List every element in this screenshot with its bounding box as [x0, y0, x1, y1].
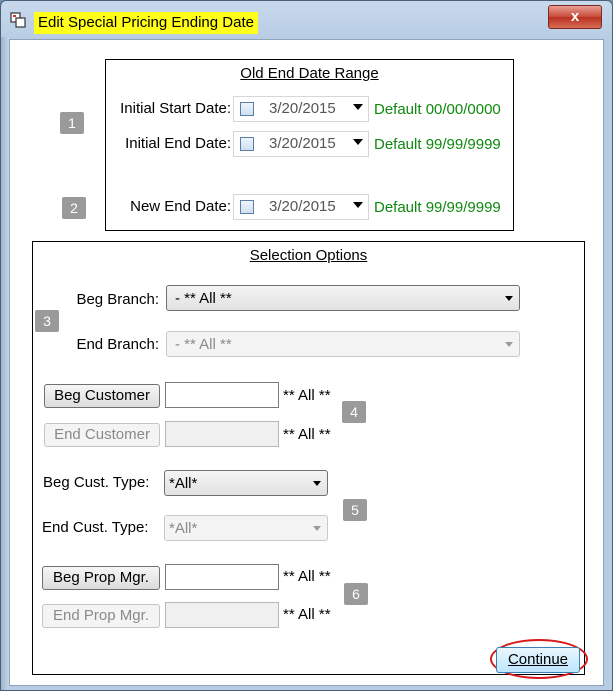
annotation-marker-2: 2 [62, 197, 86, 219]
dialog-body: Old End Date Range Initial Start Date: 3… [9, 39, 604, 686]
end-cust-type-select[interactable]: *All* [164, 515, 328, 541]
old-range-title: Old End Date Range [240, 65, 379, 82]
annotation-marker-1: 1 [60, 112, 84, 134]
annotation-marker-4: 4 [342, 401, 366, 423]
end-customer-button[interactable]: End Customer [44, 423, 160, 447]
beg-customer-input[interactable] [165, 382, 279, 408]
chevron-down-icon[interactable] [505, 342, 513, 347]
beg-branch-select[interactable]: - ** All ** [166, 285, 520, 311]
end-cust-type-value: *All* [169, 520, 198, 537]
end-customer-all-label: ** All ** [283, 426, 331, 443]
beg-prop-mgr-all-label: ** All ** [283, 568, 331, 585]
end-prop-mgr-input[interactable] [165, 602, 279, 628]
initial-start-date-value: 3/20/2015 [269, 100, 336, 117]
beg-customer-all-label: ** All ** [283, 387, 331, 404]
chevron-down-icon[interactable] [505, 296, 513, 301]
continue-button[interactable]: Continue [496, 647, 580, 673]
selection-options-group: Selection Options Beg Branch: - ** All *… [32, 241, 585, 675]
close-button[interactable]: x [548, 5, 602, 29]
annotation-marker-3: 3 [35, 310, 59, 332]
beg-prop-mgr-button[interactable]: Beg Prop Mgr. [42, 566, 160, 590]
initial-end-date-checkbox[interactable] [240, 137, 254, 151]
initial-end-default: Default 99/99/9999 [374, 136, 501, 153]
chevron-down-icon[interactable] [353, 104, 363, 110]
selection-options-title: Selection Options [249, 247, 368, 264]
end-branch-value: - ** All ** [175, 336, 232, 353]
initial-start-date-checkbox[interactable] [240, 102, 254, 116]
chevron-down-icon[interactable] [353, 139, 363, 145]
initial-end-date-label: Initial End Date: [125, 135, 231, 152]
beg-branch-value: - ** All ** [175, 290, 232, 307]
annotation-marker-5: 5 [343, 499, 367, 521]
initial-end-date-picker[interactable]: 3/20/2015 [233, 131, 369, 157]
new-end-default: Default 99/99/9999 [374, 199, 501, 216]
new-end-date-picker[interactable]: 3/20/2015 [233, 194, 369, 220]
dialog-window: Edit Special Pricing Ending Date x Old E… [0, 0, 613, 691]
end-customer-input[interactable] [165, 421, 279, 447]
chevron-down-icon[interactable] [313, 481, 321, 486]
initial-end-date-value: 3/20/2015 [269, 135, 336, 152]
title-bar[interactable]: Edit Special Pricing Ending Date x [1, 1, 612, 37]
new-end-date-label: New End Date: [130, 198, 231, 215]
initial-start-date-label: Initial Start Date: [120, 100, 231, 117]
beg-prop-mgr-input[interactable] [165, 564, 279, 590]
window-frame-left [1, 37, 9, 690]
chevron-down-icon[interactable] [313, 526, 321, 531]
end-branch-label: End Branch: [76, 336, 159, 353]
beg-customer-button[interactable]: Beg Customer [44, 384, 160, 408]
beg-branch-label: Beg Branch: [76, 291, 159, 308]
beg-cust-type-value: *All* [169, 475, 198, 492]
initial-start-default: Default 00/00/0000 [374, 101, 501, 118]
initial-start-date-picker[interactable]: 3/20/2015 [233, 96, 369, 122]
old-end-date-range-group: Old End Date Range Initial Start Date: 3… [105, 59, 514, 231]
end-cust-type-label: End Cust. Type: [42, 519, 149, 536]
beg-cust-type-label: Beg Cust. Type: [43, 474, 150, 491]
annotation-marker-6: 6 [344, 583, 368, 605]
new-end-date-value: 3/20/2015 [269, 198, 336, 215]
end-branch-select[interactable]: - ** All ** [166, 331, 520, 357]
chevron-down-icon[interactable] [353, 202, 363, 208]
end-prop-mgr-button[interactable]: End Prop Mgr. [42, 604, 160, 628]
beg-cust-type-select[interactable]: *All* [164, 470, 328, 496]
window-title: Edit Special Pricing Ending Date [34, 12, 258, 34]
new-end-date-checkbox[interactable] [240, 200, 254, 214]
end-prop-mgr-all-label: ** All ** [283, 606, 331, 623]
app-icon [10, 12, 26, 28]
